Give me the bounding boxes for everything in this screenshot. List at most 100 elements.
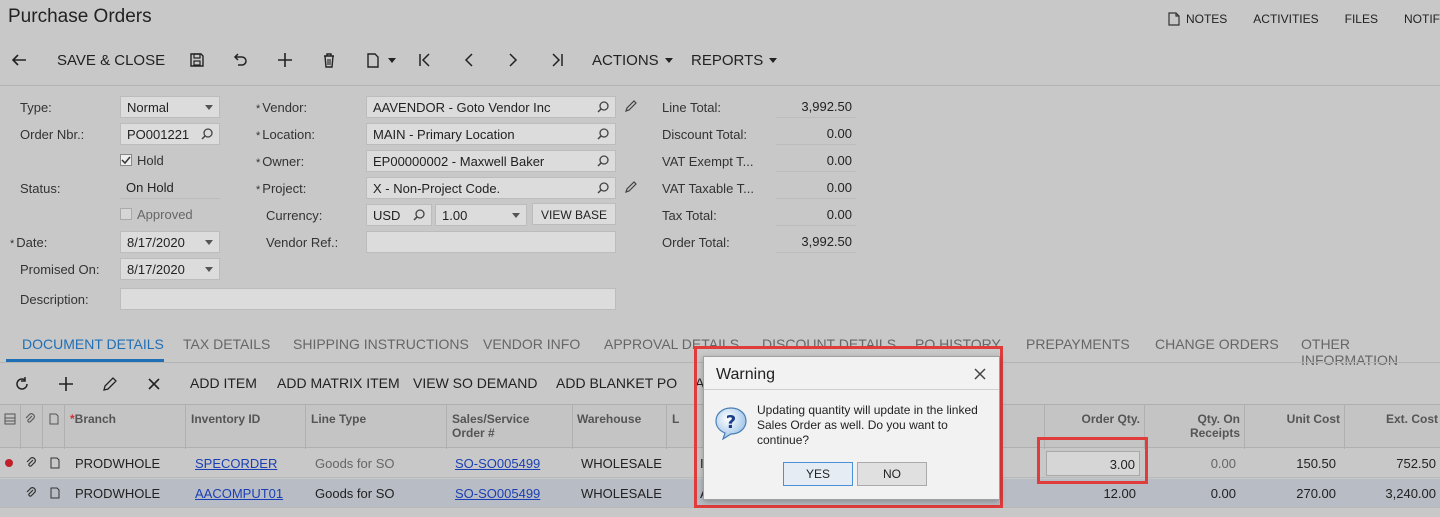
promised-on-value: 8/17/2020 [127,262,185,277]
cell-branch[interactable]: PRODWHOLE [75,486,160,501]
tab-shipping-instructions[interactable]: SHIPPING INSTRUCTIONS [293,336,469,352]
search-icon[interactable] [596,127,610,141]
approved-label: Approved [137,207,193,222]
cell-unit-cost[interactable]: 150.50 [1250,456,1336,471]
notes-link[interactable]: NOTES [1168,12,1227,26]
view-so-demand-button[interactable]: VIEW SO DEMAND [413,375,537,391]
vendor-field[interactable]: AAVENDOR - Goto Vendor Inc [366,96,616,118]
project-value: X - Non-Project Code. [373,181,501,196]
col-ext-cost[interactable]: Ext. Cost [1350,412,1438,426]
add-button[interactable] [276,44,294,76]
search-icon[interactable] [200,127,214,141]
attachment-icon[interactable] [25,487,37,499]
first-record-button[interactable] [416,44,434,76]
view-base-button[interactable]: VIEW BASE [532,203,616,225]
tab-tax-details[interactable]: TAX DETAILS [183,336,270,352]
cell-line-type[interactable]: Goods for SO [315,486,394,501]
search-icon[interactable] [596,100,610,114]
cell-warehouse[interactable]: WHOLESALE [581,486,662,501]
currency-rate-select[interactable]: 1.00 [435,204,527,226]
cell-ext-cost[interactable]: 752.50 [1350,456,1436,471]
col-order-qty[interactable]: Order Qty. [1050,412,1140,426]
page-title: Purchase Orders [8,6,152,27]
files-link[interactable]: FILES [1345,12,1378,26]
tab-prepayments[interactable]: PREPAYMENTS [1026,336,1130,352]
tab-other-information[interactable]: OTHER INFORMATION [1301,336,1440,368]
project-field[interactable]: X - Non-Project Code. [366,177,616,199]
order-nbr-field[interactable]: PO001221 [120,123,220,145]
previous-record-button[interactable] [460,44,478,76]
attachment-icon[interactable] [25,457,37,469]
col-line-type[interactable]: Line Type [311,412,366,426]
refresh-icon[interactable] [14,376,30,392]
col-unit-cost[interactable]: Unit Cost [1250,412,1340,426]
vat-taxable-total-value: 0.00 [776,177,856,199]
last-record-button[interactable] [548,44,566,76]
next-record-button[interactable] [504,44,522,76]
search-icon[interactable] [596,181,610,195]
col-qty-on-receipts[interactable]: Qty. On Receipts [1150,412,1240,440]
plus-icon[interactable] [58,376,74,392]
col-branch[interactable]: Branch [75,412,116,426]
cell-ext-cost[interactable]: 3,240.00 [1350,486,1436,501]
col-warehouse[interactable]: Warehouse [577,412,641,426]
col-l[interactable]: L [672,412,679,426]
add-item-button[interactable]: ADD ITEM [190,375,257,391]
back-button[interactable] [10,44,28,76]
approved-checkbox[interactable] [120,208,132,220]
reports-menu[interactable]: REPORTS [691,44,778,76]
toolbar-divider [0,85,1440,86]
main-toolbar: SAVE & CLOSE ACTIONS REPORTS [0,44,1440,80]
tab-document-details[interactable]: DOCUMENT DETAILS [22,336,164,352]
currency-field[interactable]: USD [366,204,432,226]
cell-sales-order[interactable]: SO-SO005499 [455,486,540,501]
description-field[interactable] [120,288,616,310]
col-inventory-id[interactable]: Inventory ID [191,412,260,426]
note-icon[interactable] [49,487,61,499]
date-picker[interactable]: 8/17/2020 [120,231,220,253]
note-icon[interactable] [49,457,61,469]
row-selector-icon [4,413,16,425]
edit-pencil-icon[interactable] [102,376,118,392]
cell-inventory-id[interactable]: SPECORDER [195,456,277,471]
no-button[interactable]: NO [857,462,927,486]
close-icon[interactable] [146,376,162,392]
vendor-ref-field[interactable] [366,231,616,253]
add-matrix-item-button[interactable]: ADD MATRIX ITEM [277,375,400,391]
add-blanket-po-button[interactable]: ADD BLANKET PO [556,375,677,391]
cell-qty-on-receipts[interactable]: 0.00 [1150,456,1236,471]
type-select[interactable]: Normal [120,96,220,118]
close-icon[interactable] [973,367,987,381]
search-icon[interactable] [412,208,426,222]
search-icon[interactable] [596,154,610,168]
cell-warehouse[interactable]: WHOLESALE [581,456,662,471]
tab-change-orders[interactable]: CHANGE ORDERS [1155,336,1279,352]
delete-button[interactable] [320,44,338,76]
tab-vendor-info[interactable]: VENDOR INFO [483,336,580,352]
actions-menu[interactable]: ACTIONS [592,44,673,76]
actions-label: ACTIONS [592,51,659,69]
edit-pencil-icon[interactable] [624,99,638,113]
location-field[interactable]: MAIN - Primary Location [366,123,616,145]
cell-branch[interactable]: PRODWHOLE [75,456,160,471]
undo-button[interactable] [231,44,249,76]
owner-field[interactable]: EP00000002 - Maxwell Baker [366,150,616,172]
activities-link[interactable]: ACTIVITIES [1253,12,1318,26]
col-sales-order[interactable]: Sales/Service Order # [452,412,529,440]
dialog-message: Updating quantity will update in the lin… [757,403,978,447]
cell-order-qty[interactable]: 12.00 [1046,486,1136,501]
cell-qty-on-receipts[interactable]: 0.00 [1150,486,1236,501]
cell-sales-order[interactable]: SO-SO005499 [455,456,540,471]
cell-line-type[interactable]: Goods for SO [315,456,394,471]
cell-inventory-id[interactable]: AACOMPUT01 [195,486,283,501]
promised-on-picker[interactable]: 8/17/2020 [120,258,220,280]
modified-row-indicator [5,459,13,467]
save-button[interactable] [188,44,206,76]
copy-paste-button[interactable] [364,44,396,76]
yes-button[interactable]: YES [783,462,853,486]
edit-pencil-icon[interactable] [624,180,638,194]
notifications-link[interactable]: NOTIF [1404,12,1440,26]
cell-unit-cost[interactable]: 270.00 [1250,486,1336,501]
save-close-button[interactable]: SAVE & CLOSE [57,44,165,76]
hold-checkbox[interactable] [120,154,132,166]
